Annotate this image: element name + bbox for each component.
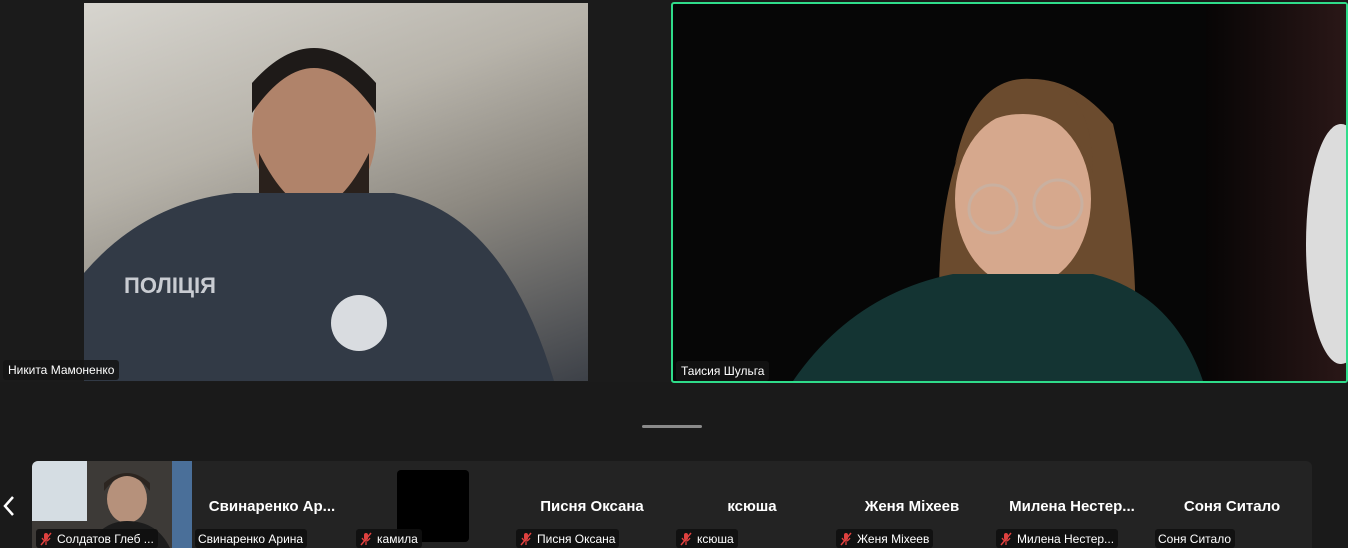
participant-thumbnail[interactable]: камила — [352, 461, 512, 548]
participant-title: Женя Міхеев — [864, 498, 960, 515]
participant-title: ксюша — [727, 498, 777, 515]
participant-title: Свинаренко Ар... — [208, 498, 336, 515]
participant-name: ксюша — [697, 531, 734, 546]
participant-name: камила — [377, 531, 418, 546]
chevron-left-icon[interactable] — [0, 490, 18, 522]
participant-label: ксюша — [676, 529, 738, 548]
participant-title: Соня Ситало — [1183, 498, 1281, 515]
participant-thumbnail[interactable]: Солдатов Глеб ... — [32, 461, 192, 548]
participant-thumbnail[interactable]: Милена Нестер... Милена Нестер... — [992, 461, 1152, 548]
participant-name: Женя Міхеев — [857, 531, 930, 546]
participant-name: Милена Нестер... — [1017, 531, 1115, 546]
participant-video-feed: ПОЛІЦІЯ — [84, 3, 588, 381]
resize-handle[interactable] — [642, 425, 702, 428]
participant-name-tag: Никита Мамоненко — [3, 360, 120, 380]
muted-mic-icon — [360, 532, 372, 545]
participant-silhouette — [793, 78, 1203, 381]
participant-label: Женя Міхеев — [836, 529, 934, 548]
participant-label: Писня Оксана — [516, 529, 620, 548]
participant-name: Солдатов Глеб ... — [57, 531, 154, 546]
participant-label: Свинаренко Арина — [195, 529, 308, 548]
participant-thumbnail[interactable]: Писня Оксана Писня Оксана — [512, 461, 672, 548]
participant-thumbnail[interactable]: Соня Ситало Соня Ситало — [1152, 461, 1312, 548]
participant-label: Солдатов Глеб ... — [36, 529, 158, 548]
muted-mic-icon — [40, 532, 52, 545]
muted-mic-icon — [680, 532, 692, 545]
participant-silhouette: ПОЛІЦІЯ — [84, 48, 554, 381]
participant-thumbnail[interactable]: Женя Міхеев Женя Міхеев — [832, 461, 992, 548]
muted-mic-icon — [840, 532, 852, 545]
participant-label: Милена Нестер... — [996, 529, 1119, 548]
participant-title: Милена Нестер... — [1009, 498, 1135, 515]
participant-thumbnail[interactable]: ксюша ксюша — [672, 461, 832, 548]
video-tile-speaker-1[interactable]: ПОЛІЦІЯ Никита Мамоненко — [0, 0, 670, 382]
participant-name-tag: Таисия Шульга — [676, 361, 770, 381]
video-tile-speaker-2[interactable]: Таисия Шульга — [671, 2, 1348, 383]
participant-name: Соня Ситало — [1158, 531, 1232, 546]
muted-mic-icon — [520, 532, 532, 545]
muted-mic-icon — [1000, 532, 1012, 545]
participant-thumbnail[interactable]: Свинаренко Ар... Свинаренко Арина — [192, 461, 352, 548]
participant-name: Свинаренко Арина — [198, 531, 304, 546]
svg-text:ПОЛІЦІЯ: ПОЛІЦІЯ — [124, 273, 216, 298]
participant-title: Писня Оксана — [540, 498, 644, 515]
participant-label: камила — [356, 529, 422, 548]
participant-label: Соня Ситало — [1155, 529, 1236, 548]
participant-name: Писня Оксана — [537, 531, 616, 546]
participant-strip: Солдатов Глеб ... Свинаренко Ар... Свина… — [32, 461, 1312, 548]
